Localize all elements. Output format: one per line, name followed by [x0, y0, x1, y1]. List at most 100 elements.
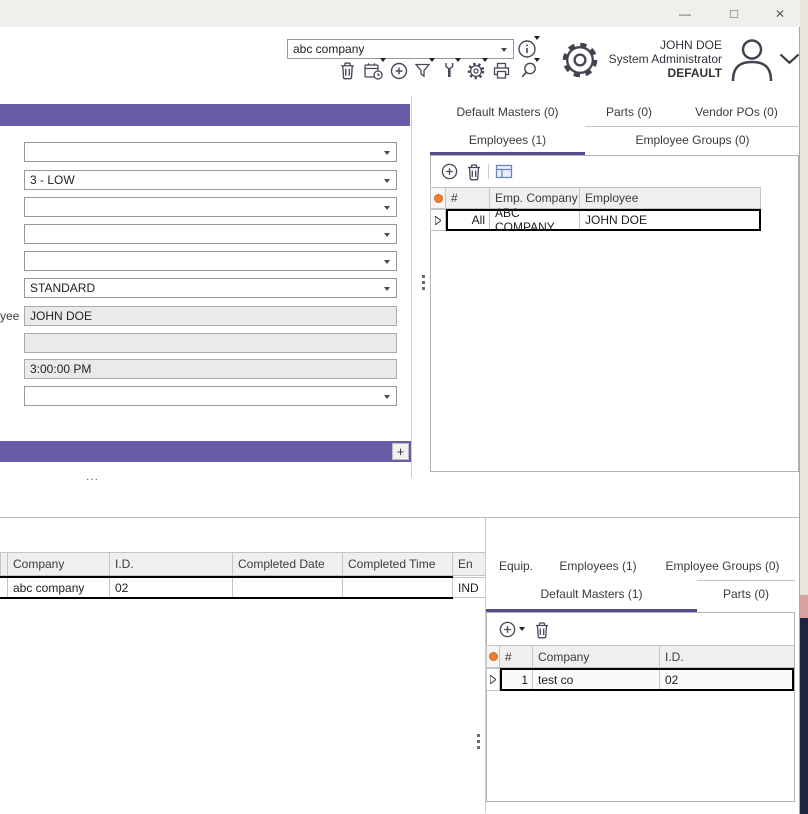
br-col-num[interactable]: #	[500, 645, 533, 668]
br-grid-add-icon[interactable]	[498, 620, 517, 639]
search-tool-icon[interactable]	[519, 61, 539, 81]
filter-caret-icon[interactable]	[429, 58, 435, 62]
bl-cell-en-cut[interactable]: IND	[453, 577, 486, 598]
filter-icon[interactable]	[414, 62, 432, 80]
tab-employees[interactable]: Employees (1)	[430, 127, 585, 153]
user-chevron-down-icon[interactable]	[779, 53, 800, 65]
user-role: System Administrator	[570, 52, 722, 66]
br-row-arrow-icon	[490, 675, 496, 684]
app-window: — □ ✕ abc company	[0, 0, 808, 814]
col-employee[interactable]: Employee	[580, 187, 761, 209]
col-num[interactable]: #	[446, 187, 490, 209]
search-input[interactable]: abc company	[287, 39, 514, 59]
add-icon[interactable]	[389, 61, 409, 81]
field-combo-priority[interactable]: 3 - LOW	[24, 170, 397, 190]
employees-row[interactable]: All ABC COMPANY JOHN DOE	[446, 209, 761, 231]
bottom-right-tabrow-1: Equip. Employees (1) Employee Groups (0)	[486, 551, 795, 580]
bottom-section-divider	[0, 517, 799, 518]
cell-emp-company[interactable]: ABC COMPANY	[490, 211, 580, 229]
calendar-caret-icon[interactable]	[380, 58, 386, 62]
minimize-button[interactable]: —	[662, 0, 708, 27]
combo-arrow-icon[interactable]	[384, 287, 390, 291]
user-name: JOHN DOE	[570, 38, 722, 52]
default-masters-row[interactable]: 1 test co 02	[500, 668, 794, 691]
tab-employees-2[interactable]: Employees (1)	[546, 551, 650, 580]
combo-arrow-icon[interactable]	[384, 395, 390, 399]
field-combo-3[interactable]	[24, 197, 397, 217]
left-panel-header-bar	[0, 104, 410, 126]
br-cell-id[interactable]: 02	[660, 670, 792, 689]
desktop-background-bottom	[800, 618, 808, 814]
desktop-background-mid	[800, 595, 808, 618]
settings-small-icon[interactable]	[466, 61, 486, 81]
employee-label-cut: yee	[0, 309, 18, 323]
bl-indicator-header	[0, 552, 8, 576]
detail-view-icon[interactable]	[495, 164, 513, 179]
settings-caret-icon[interactable]	[482, 58, 488, 62]
combo-arrow-icon[interactable]	[384, 179, 390, 183]
combo-arrow-icon[interactable]	[384, 260, 390, 264]
br-add-caret-icon[interactable]	[519, 627, 525, 631]
tab-parts-2[interactable]: Parts (0)	[697, 581, 795, 607]
close-button[interactable]: ✕	[760, 0, 800, 27]
combo-arrow-icon[interactable]	[384, 206, 390, 210]
maximize-icon: □	[730, 6, 738, 21]
bl-cell-id[interactable]: 02	[110, 578, 233, 597]
br-grid-delete-icon[interactable]	[534, 621, 550, 639]
delete-icon[interactable]	[339, 61, 356, 80]
bottom-left-row[interactable]: abc company 02	[0, 576, 453, 599]
focused-row-indicator-icon	[434, 194, 443, 203]
avatar-icon[interactable]	[727, 36, 777, 82]
bl-col-completed-date[interactable]: Completed Date	[233, 552, 343, 576]
field-combo-standard[interactable]: STANDARD	[24, 278, 397, 298]
field-combo-5[interactable]	[24, 251, 397, 271]
print-icon[interactable]	[492, 61, 512, 81]
br-cell-company[interactable]: test co	[533, 670, 660, 689]
left-panel-border	[411, 96, 412, 478]
wrench-icon[interactable]	[441, 61, 458, 79]
grid-add-icon[interactable]	[440, 162, 459, 181]
user-profile: DEFAULT	[570, 66, 722, 80]
combo-arrow-icon[interactable]	[384, 233, 390, 237]
section-add-button[interactable]: +	[392, 443, 409, 460]
toolbar-separator	[488, 164, 489, 179]
field-combo-4[interactable]	[24, 224, 397, 244]
search-dropdown-icon[interactable]	[501, 48, 507, 52]
wrench-caret-icon[interactable]	[455, 58, 461, 62]
maximize-button[interactable]: □	[711, 0, 757, 27]
cell-employee[interactable]: JOHN DOE	[580, 211, 759, 229]
tab-default-masters-2[interactable]: Default Masters (1)	[486, 581, 697, 607]
search-value: abc company	[293, 42, 364, 56]
br-col-company[interactable]: Company	[533, 645, 660, 668]
info-icon[interactable]	[517, 38, 539, 60]
tab-parts[interactable]: Parts (0)	[585, 97, 673, 126]
combo-arrow-icon[interactable]	[384, 151, 390, 155]
tab-employee-groups[interactable]: Employee Groups (0)	[585, 127, 800, 153]
bl-col-en-cut[interactable]: En	[453, 552, 486, 576]
bl-cell-completed-time[interactable]	[343, 578, 453, 597]
field-combo-10[interactable]	[24, 386, 397, 406]
bottom-right-tabrow-2: Default Masters (1) Parts (0)	[486, 581, 795, 607]
top-right-tabrow-2: Employees (1) Employee Groups (0)	[430, 127, 800, 153]
br-cell-num[interactable]: 1	[502, 670, 533, 689]
tab-equip[interactable]: Equip.	[486, 551, 546, 580]
search-tool-caret-icon[interactable]	[534, 58, 540, 62]
default-masters-panel	[486, 612, 795, 802]
bl-col-company[interactable]: Company	[8, 552, 110, 576]
bl-col-id[interactable]: I.D.	[110, 552, 233, 576]
calendar-clock-icon[interactable]	[363, 61, 384, 81]
readonly-field-2	[24, 333, 397, 353]
tab-vendor-pos[interactable]: Vendor POs (0)	[673, 97, 800, 126]
bl-col-completed-time[interactable]: Completed Time	[343, 552, 453, 576]
grid-delete-icon[interactable]	[466, 163, 482, 181]
bl-cell-company[interactable]: abc company	[8, 578, 110, 597]
cell-num[interactable]: All	[448, 211, 490, 229]
time-field: 3:00:00 PM	[24, 359, 397, 379]
tab-default-masters[interactable]: Default Masters (0)	[430, 97, 585, 126]
row-arrow-icon	[435, 216, 441, 225]
br-col-id[interactable]: I.D.	[660, 645, 794, 668]
info-caret-icon[interactable]	[534, 36, 540, 40]
tab-employee-groups-2[interactable]: Employee Groups (0)	[650, 551, 795, 580]
field-combo-1[interactable]	[24, 142, 397, 162]
bl-cell-completed-date[interactable]	[233, 578, 343, 597]
